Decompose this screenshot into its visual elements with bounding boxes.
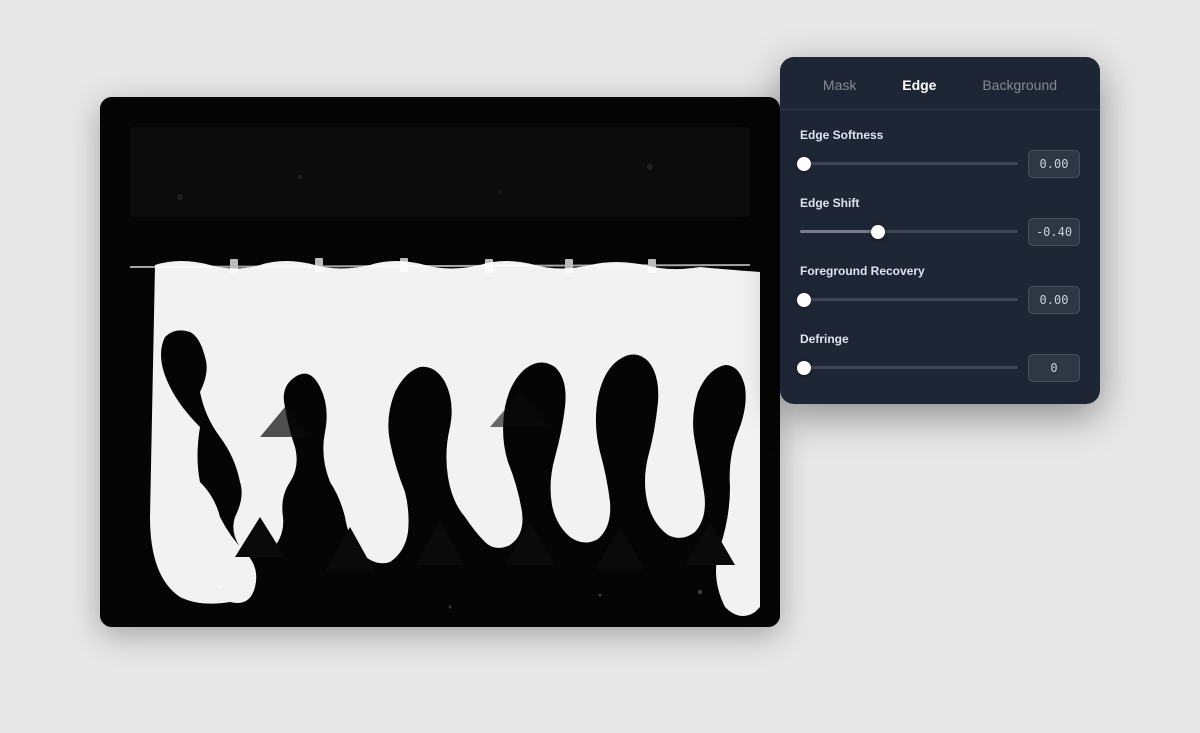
foreground-recovery-slider[interactable] bbox=[800, 298, 1018, 301]
mask-canvas bbox=[100, 97, 780, 627]
edge-softness-row: 0.00 bbox=[800, 150, 1080, 178]
edge-shift-value[interactable]: -0.40 bbox=[1028, 218, 1080, 246]
tabs-container: Mask Edge Background bbox=[780, 57, 1100, 110]
defringe-value[interactable]: 0 bbox=[1028, 354, 1080, 382]
foreground-recovery-group: Foreground Recovery 0.00 bbox=[800, 264, 1080, 314]
edge-softness-slider[interactable] bbox=[800, 162, 1018, 165]
edge-shift-fill bbox=[800, 230, 878, 233]
scene: Mask Edge Background Edge Softness 0.00 … bbox=[100, 57, 1100, 677]
tab-edge[interactable]: Edge bbox=[894, 73, 944, 97]
defringe-thumb[interactable] bbox=[797, 361, 811, 375]
defringe-row: 0 bbox=[800, 354, 1080, 382]
tab-mask[interactable]: Mask bbox=[815, 73, 864, 97]
controls-container: Edge Softness 0.00 Edge Shift bbox=[780, 110, 1100, 404]
defringe-slider[interactable] bbox=[800, 366, 1018, 369]
settings-panel: Mask Edge Background Edge Softness 0.00 … bbox=[780, 57, 1100, 404]
foreground-recovery-thumb[interactable] bbox=[797, 293, 811, 307]
edge-softness-group: Edge Softness 0.00 bbox=[800, 128, 1080, 178]
image-panel bbox=[100, 97, 780, 627]
edge-softness-value[interactable]: 0.00 bbox=[1028, 150, 1080, 178]
edge-shift-thumb[interactable] bbox=[871, 225, 885, 239]
edge-shift-group: Edge Shift -0.40 bbox=[800, 196, 1080, 246]
edge-softness-thumb[interactable] bbox=[797, 157, 811, 171]
edge-shift-slider[interactable] bbox=[800, 230, 1018, 233]
edge-shift-label: Edge Shift bbox=[800, 196, 1080, 210]
edge-shift-row: -0.40 bbox=[800, 218, 1080, 246]
tab-background[interactable]: Background bbox=[974, 73, 1065, 97]
edge-softness-label: Edge Softness bbox=[800, 128, 1080, 142]
foreground-recovery-value[interactable]: 0.00 bbox=[1028, 286, 1080, 314]
foreground-recovery-label: Foreground Recovery bbox=[800, 264, 1080, 278]
defringe-label: Defringe bbox=[800, 332, 1080, 346]
foreground-recovery-row: 0.00 bbox=[800, 286, 1080, 314]
defringe-group: Defringe 0 bbox=[800, 332, 1080, 382]
